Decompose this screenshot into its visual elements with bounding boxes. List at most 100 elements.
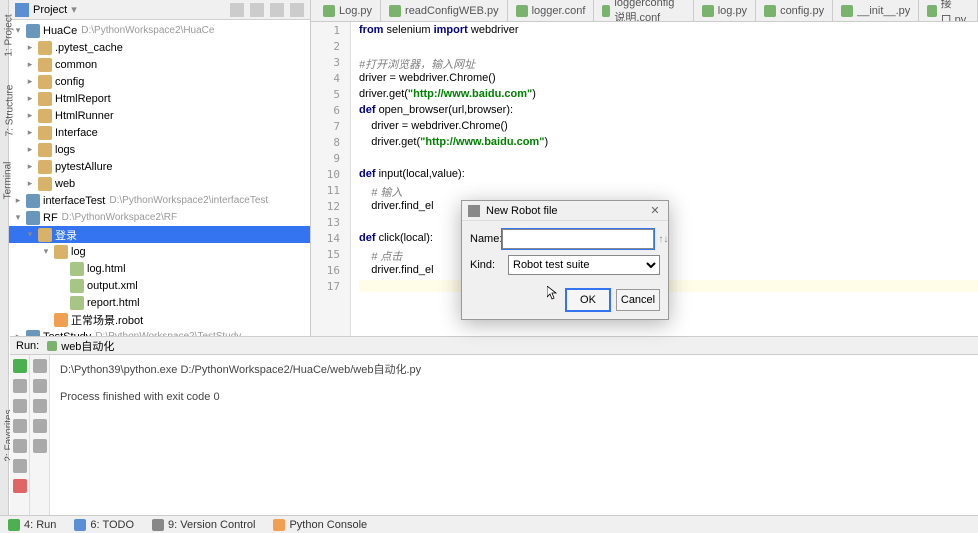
tree-item[interactable]: ▾HuaCeD:\PythonWorkspace2\HuaCe bbox=[9, 22, 310, 39]
project-icon bbox=[15, 3, 29, 17]
tab-label: log.py bbox=[718, 5, 747, 17]
tree-item[interactable]: ▾RFD:\PythonWorkspace2\RF bbox=[9, 209, 310, 226]
tree-item[interactable]: ▸web bbox=[9, 175, 310, 192]
tree-item[interactable]: ▸ HtmlRunner bbox=[9, 107, 310, 124]
status-python-console[interactable]: Python Console bbox=[273, 519, 367, 531]
chevron-icon[interactable]: ▾ bbox=[41, 246, 51, 257]
cancel-button[interactable]: Cancel bbox=[616, 289, 660, 311]
file-icon bbox=[70, 262, 84, 276]
tab-label: Log.py bbox=[339, 5, 372, 17]
console-output[interactable]: D:\Python39\python.exe D:/PythonWorkspac… bbox=[50, 355, 978, 515]
chevron-icon[interactable]: ▸ bbox=[25, 42, 35, 53]
folder-icon bbox=[38, 41, 52, 55]
tree-item[interactable]: ▸logs bbox=[9, 141, 310, 158]
editor-tab[interactable]: config.py bbox=[756, 0, 833, 21]
gear-icon[interactable] bbox=[270, 3, 284, 17]
editor-tab[interactable]: loggerconfig说明.conf bbox=[594, 0, 693, 21]
tree-item[interactable]: ▸common bbox=[9, 56, 310, 73]
target-icon[interactable] bbox=[250, 3, 264, 17]
close-icon[interactable] bbox=[13, 479, 27, 493]
line-number: 16 bbox=[311, 264, 350, 280]
line-number: 5 bbox=[311, 88, 350, 104]
status-vcs[interactable]: 9: Version Control bbox=[152, 519, 255, 531]
tree-item[interactable]: ▾ 登录 bbox=[9, 226, 310, 243]
wrap-icon[interactable] bbox=[33, 399, 47, 413]
structure-tab[interactable]: 7: Structure bbox=[4, 85, 15, 137]
chevron-icon[interactable]: ▸ bbox=[25, 93, 35, 104]
editor-tab[interactable]: Log.py bbox=[315, 0, 381, 21]
console-panel: Run: web自动化 D:\Python39\python.exe D:/Py… bbox=[10, 336, 978, 515]
tree-label: Interface bbox=[55, 127, 98, 139]
tree-item[interactable]: ▸pytestAllure bbox=[9, 158, 310, 175]
tree-item[interactable]: ▸config bbox=[9, 73, 310, 90]
tree-label: HuaCe bbox=[43, 25, 77, 37]
chevron-icon[interactable]: ▸ bbox=[25, 59, 35, 70]
tree-label: interfaceTest bbox=[43, 195, 105, 207]
chevron-icon[interactable]: ▸ bbox=[25, 144, 35, 155]
scroll-icon[interactable] bbox=[33, 419, 47, 433]
chevron-icon[interactable]: ▸ bbox=[13, 195, 23, 206]
print-icon[interactable] bbox=[13, 439, 27, 453]
ok-button[interactable]: OK bbox=[566, 289, 610, 311]
run-label: Run: bbox=[16, 340, 39, 352]
tree-item[interactable]: report.html bbox=[9, 294, 310, 311]
status-todo[interactable]: 6: TODO bbox=[74, 519, 134, 531]
editor-tab[interactable]: readConfigWEB.py bbox=[381, 0, 508, 21]
file-icon bbox=[702, 5, 714, 17]
chevron-icon[interactable]: ▾ bbox=[13, 212, 23, 223]
rerun-icon[interactable] bbox=[13, 359, 27, 373]
tree-item[interactable]: ▸ .pytest_cache bbox=[9, 39, 310, 56]
tree-item[interactable]: output.xml bbox=[9, 277, 310, 294]
tree-label: 登录 bbox=[55, 227, 77, 243]
editor-tab[interactable]: logger.conf bbox=[508, 0, 595, 21]
left-tool-sidebar[interactable]: 1: Project 7: Structure Terminal 2: Favo… bbox=[0, 0, 9, 533]
chevron-icon[interactable]: ▸ bbox=[25, 178, 35, 189]
editor-tab[interactable]: 接口.py bbox=[919, 0, 978, 21]
kind-select[interactable]: Robot test suite bbox=[508, 255, 660, 275]
tree-item[interactable]: ▸ Interface bbox=[9, 124, 310, 141]
close-icon[interactable]: ✕ bbox=[648, 204, 662, 217]
line-number: 7 bbox=[311, 120, 350, 136]
hide-icon[interactable] bbox=[290, 3, 304, 17]
tree-label: HtmlRunner bbox=[55, 110, 114, 122]
pause-icon[interactable] bbox=[13, 399, 27, 413]
chevron-icon[interactable]: ▸ bbox=[25, 127, 35, 138]
run-config-name[interactable]: web自动化 bbox=[61, 338, 114, 354]
collapse-icon[interactable] bbox=[230, 3, 244, 17]
line-number: 4 bbox=[311, 72, 350, 88]
tree-item[interactable]: ▸interfaceTestD:\PythonWorkspace2\interf… bbox=[9, 192, 310, 209]
tree-label: HtmlReport bbox=[55, 93, 111, 105]
chevron-icon[interactable]: ▸ bbox=[25, 76, 35, 87]
line-number: 2 bbox=[311, 40, 350, 56]
folder-icon bbox=[38, 143, 52, 157]
terminal-tab[interactable]: Terminal bbox=[2, 162, 13, 200]
status-run[interactable]: 4: Run bbox=[8, 519, 56, 531]
editor-tabs: Log.py readConfigWEB.pylogger.confloggerc… bbox=[311, 0, 978, 22]
trash-icon[interactable] bbox=[33, 439, 47, 453]
file-icon bbox=[389, 5, 401, 17]
line-number: 10 bbox=[311, 168, 350, 184]
folder-icon bbox=[38, 92, 52, 106]
chevron-down-icon[interactable]: ▾ bbox=[71, 3, 77, 16]
tree-item[interactable]: 正常场景.robot bbox=[9, 311, 310, 328]
tree-item[interactable]: ▸ HtmlReport bbox=[9, 90, 310, 107]
down-icon[interactable] bbox=[33, 379, 47, 393]
tree-path: D:\PythonWorkspace2\RF bbox=[62, 212, 177, 223]
tab-label: config.py bbox=[780, 5, 824, 17]
chevron-icon[interactable]: ▸ bbox=[25, 161, 35, 172]
tree-item[interactable]: log.html bbox=[9, 260, 310, 277]
tree-item[interactable]: ▾log bbox=[9, 243, 310, 260]
arrow-up-down-icon[interactable]: ↑↓ bbox=[658, 234, 668, 245]
chevron-icon[interactable]: ▸ bbox=[25, 110, 35, 121]
file-icon bbox=[468, 205, 480, 217]
editor-tab[interactable]: log.py bbox=[694, 0, 756, 21]
tree-label: .pytest_cache bbox=[55, 42, 123, 54]
stop-icon[interactable] bbox=[13, 379, 27, 393]
editor-tab[interactable]: __init__.py bbox=[833, 0, 919, 21]
pin-icon[interactable] bbox=[13, 459, 27, 473]
chevron-icon[interactable]: ▾ bbox=[25, 229, 35, 240]
layout-icon[interactable] bbox=[13, 419, 27, 433]
up-icon[interactable] bbox=[33, 359, 47, 373]
project-tab[interactable]: 1: Project bbox=[4, 14, 15, 56]
name-input[interactable] bbox=[502, 229, 654, 249]
